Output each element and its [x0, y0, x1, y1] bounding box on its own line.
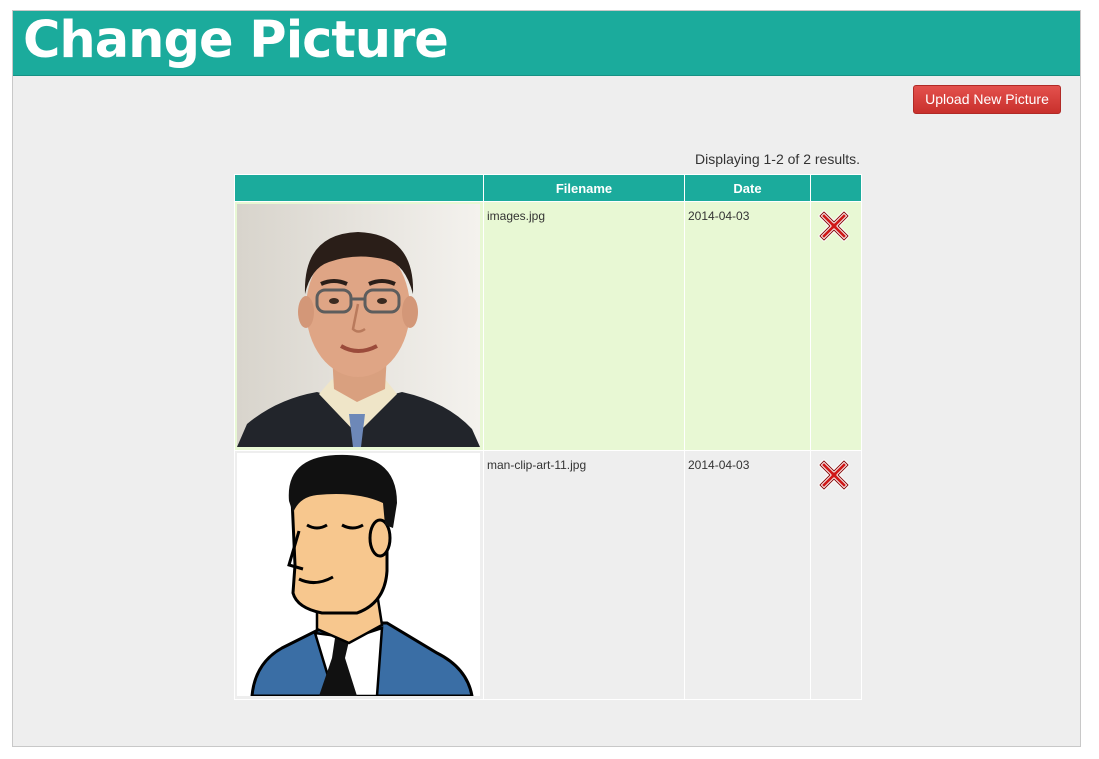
- cartoon-man-image: [237, 453, 480, 696]
- column-header-filename[interactable]: Filename: [483, 174, 685, 202]
- column-header-actions: [810, 174, 862, 202]
- upload-new-picture-button[interactable]: Upload New Picture: [913, 85, 1061, 114]
- page-container: Change Picture Upload New Picture Displa…: [12, 10, 1081, 747]
- column-header-date[interactable]: Date: [684, 174, 811, 202]
- red-x-delete-icon[interactable]: [814, 206, 854, 246]
- table-header-row: Filename Date: [234, 174, 862, 202]
- page-title: Change Picture: [23, 11, 449, 70]
- date-cell: 2014-04-03: [684, 450, 811, 700]
- page-header: Change Picture: [13, 11, 1080, 76]
- actions-cell: [810, 450, 862, 700]
- date-cell: 2014-04-03: [684, 201, 811, 451]
- filename-text: man-clip-art-11.jpg: [487, 458, 587, 472]
- results-summary: Displaying 1-2 of 2 results.: [695, 151, 860, 167]
- image-cell: [234, 201, 484, 451]
- filename-text: images.jpg: [487, 209, 546, 223]
- column-header-image: [234, 174, 484, 202]
- actions-cell: [810, 201, 862, 451]
- image-cell: [234, 450, 484, 700]
- photo-portrait-image: [237, 204, 480, 447]
- date-text: 2014-04-03: [688, 458, 750, 472]
- filename-cell: images.jpg: [483, 201, 685, 451]
- date-text: 2014-04-03: [688, 209, 750, 223]
- pictures-table: Filename Date images.jpg 2014-04-03 man-…: [234, 174, 862, 700]
- filename-cell: man-clip-art-11.jpg: [483, 450, 685, 700]
- table-row: man-clip-art-11.jpg 2014-04-03: [234, 450, 862, 700]
- table-row: images.jpg 2014-04-03: [234, 201, 862, 451]
- red-x-delete-icon[interactable]: [814, 455, 854, 495]
